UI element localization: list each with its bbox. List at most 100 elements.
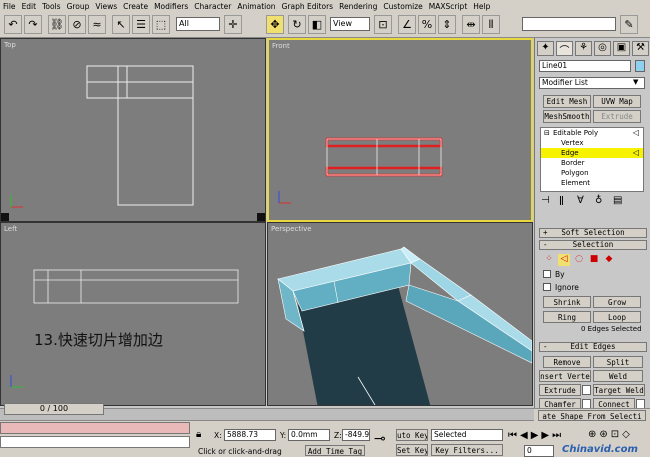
viewport-front[interactable]: Front (267, 38, 533, 222)
bind-space-warp-icon[interactable]: ≈ (88, 15, 106, 34)
remove-button[interactable]: Remove (543, 356, 591, 368)
selection-filter-dropdown[interactable]: All (176, 17, 220, 31)
unlink-icon[interactable]: ⊘ (68, 15, 86, 34)
utilities-tab-icon[interactable]: ⚒ (632, 41, 649, 56)
selection-rollout[interactable]: - Selection (539, 240, 647, 250)
menu-help[interactable]: Help (473, 2, 490, 11)
extrude-button[interactable]: Extrude (539, 384, 581, 396)
menu-group[interactable]: Group (67, 2, 90, 11)
menu-edit[interactable]: Edit (22, 2, 37, 11)
ring-button[interactable]: Ring (543, 311, 591, 323)
stack-item-polygon[interactable]: Polygon (541, 168, 643, 178)
angle-snap-icon[interactable]: ∠ (398, 15, 416, 34)
select-and-move-icon[interactable]: ✥ (266, 15, 284, 34)
by-vertex-checkbox[interactable] (543, 270, 551, 278)
menu-modifiers[interactable]: Modifiers (154, 2, 188, 11)
named-selection-dropdown[interactable] (522, 17, 616, 31)
display-tab-icon[interactable]: ▣ (613, 41, 630, 56)
undo-icon[interactable]: ↶ (4, 15, 22, 34)
stack-item-editable-poly[interactable]: ⊟ Editable Poly ◁ (541, 128, 643, 138)
insert-vertex-button[interactable]: nsert Verte (539, 370, 591, 382)
border-level-icon[interactable]: ◌ (573, 254, 585, 266)
extrude-settings-icon[interactable] (582, 385, 591, 395)
element-level-icon[interactable]: ◆ (603, 254, 615, 266)
edge-level-icon[interactable]: ◁ (558, 254, 570, 266)
menu-graph-editors[interactable]: Graph Editors (282, 2, 334, 11)
lock-selection-icon[interactable]: 🔒︎ (196, 429, 201, 440)
menu-views[interactable]: Views (95, 2, 117, 11)
maxscript-listener[interactable] (0, 422, 190, 434)
z-coordinate-field[interactable]: -849.9 (342, 429, 370, 441)
key-mode-dropdown[interactable]: Selected (431, 429, 503, 441)
menu-create[interactable]: Create (123, 2, 148, 11)
menu-file[interactable]: File (3, 2, 16, 11)
redo-icon[interactable]: ↷ (24, 15, 42, 34)
edit-edges-rollout[interactable]: - Edit Edges (539, 342, 647, 352)
x-coordinate-field[interactable]: 5888.73 (224, 429, 276, 441)
polygon-level-icon[interactable]: ■ (588, 254, 600, 266)
menu-animation[interactable]: Animation (237, 2, 275, 11)
reference-coordinate-dropdown[interactable]: View (330, 17, 370, 31)
weld-button[interactable]: Weld (593, 370, 643, 382)
modify-tab-icon[interactable]: ⌒ (556, 41, 573, 57)
fov-icon[interactable]: ◇ (622, 429, 630, 440)
menu-rendering[interactable]: Rendering (339, 2, 377, 11)
meshsmooth-button[interactable]: MeshSmooth (543, 110, 591, 123)
make-unique-icon[interactable]: ∀ (577, 195, 591, 211)
viewport-perspective[interactable]: Perspective (267, 222, 533, 406)
menu-tools[interactable]: Tools (42, 2, 60, 11)
object-color-swatch[interactable] (635, 60, 645, 72)
viewport-top[interactable]: Top (0, 38, 266, 222)
zoom-all-icon[interactable]: ⊛ (599, 429, 607, 440)
soft-selection-rollout[interactable]: + Soft Selection (539, 228, 647, 238)
rectangular-selection-icon[interactable]: ⬚ (152, 15, 170, 34)
create-shape-button[interactable]: ate Shape From Selecti (538, 410, 646, 421)
menu-customize[interactable]: Customize (383, 2, 422, 11)
viewport-left[interactable]: Left 13.快速切片增加边 (0, 222, 266, 406)
set-key-button[interactable]: Set Key (396, 444, 428, 456)
select-and-manipulate-icon[interactable]: ✛ (224, 15, 242, 34)
show-end-result-icon[interactable]: ǁ (559, 195, 573, 211)
loop-button[interactable]: Loop (593, 311, 641, 323)
vertex-level-icon[interactable]: ⁘ (543, 254, 555, 266)
split-button[interactable]: Split (593, 356, 643, 368)
spinner-snap-icon[interactable]: ⇕ (438, 15, 456, 34)
remove-modifier-icon[interactable]: ♁ (595, 195, 609, 211)
uvw-map-button[interactable]: UVW Map (593, 95, 641, 108)
menu-character[interactable]: Character (194, 2, 231, 11)
y-coordinate-field[interactable]: 0.0mm (288, 429, 330, 441)
shrink-button[interactable]: Shrink (543, 296, 591, 308)
goto-start-icon[interactable]: ⏮ (508, 430, 517, 441)
zoom-extents-icon[interactable]: ⊡ (611, 429, 619, 440)
mirror-icon[interactable]: ⇹ (462, 15, 480, 34)
configure-modifier-sets-icon[interactable]: ▤ (613, 195, 627, 211)
time-slider[interactable]: 0 / 100 (4, 403, 104, 415)
next-frame-icon[interactable]: ▶ (541, 430, 549, 441)
hierarchy-tab-icon[interactable]: ⚘ (575, 41, 592, 56)
target-weld-button[interactable]: Target Weld (593, 384, 645, 396)
pivot-center-icon[interactable]: ⊡ (374, 15, 392, 34)
modifier-list-dropdown[interactable]: Modifier List (539, 77, 645, 89)
menu-maxscript[interactable]: MAXScript (429, 2, 468, 11)
previous-frame-icon[interactable]: ◀ (520, 430, 528, 441)
stack-item-vertex[interactable]: Vertex (541, 138, 643, 148)
stack-item-border[interactable]: Border (541, 158, 643, 168)
extrude-modifier-button[interactable]: Extrude (593, 110, 641, 123)
stack-item-element[interactable]: Element (541, 178, 643, 188)
create-tab-icon[interactable]: ✦ (537, 41, 554, 56)
pin-stack-icon[interactable]: ⊣ (541, 195, 555, 211)
goto-end-icon[interactable]: ⏭ (552, 430, 561, 441)
time-slider-track[interactable]: 0 / 100 (0, 403, 534, 421)
current-frame-field[interactable]: 0 (524, 445, 554, 457)
edit-mesh-button[interactable]: Edit Mesh (543, 95, 591, 108)
select-by-name-icon[interactable]: ☰ (132, 15, 150, 34)
auto-key-button[interactable]: uto Key (396, 429, 428, 441)
material-editor-icon[interactable]: ✎ (620, 15, 638, 34)
grow-button[interactable]: Grow (593, 296, 641, 308)
ignore-backfacing-checkbox[interactable] (543, 283, 551, 291)
align-icon[interactable]: ⫴ (482, 15, 500, 34)
key-filters-button[interactable]: Key Filters... (431, 444, 503, 456)
select-link-icon[interactable]: ⛓ (48, 15, 66, 34)
zoom-icon[interactable]: ⊕ (588, 429, 596, 440)
select-object-icon[interactable]: ↖ (112, 15, 130, 34)
